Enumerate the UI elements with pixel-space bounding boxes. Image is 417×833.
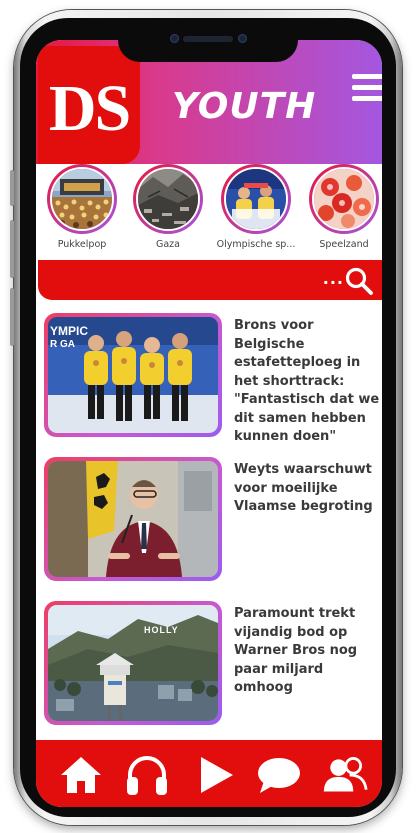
svg-text:YMPIC: YMPIC bbox=[50, 324, 88, 338]
red-sand-toys-photo bbox=[312, 167, 376, 231]
ds-logo[interactable]: DS bbox=[38, 46, 140, 164]
phone-notch bbox=[118, 22, 298, 62]
story-gaza[interactable]: Gaza bbox=[128, 164, 208, 250]
story-label: Pukkelpop bbox=[57, 239, 107, 250]
story-label: Olympische sp... bbox=[216, 239, 296, 250]
article-headline[interactable]: Paramount trekt vijandig bod op Warner B… bbox=[234, 605, 382, 698]
search-icon[interactable] bbox=[344, 266, 374, 300]
headphones-icon[interactable] bbox=[124, 752, 170, 798]
festival-crowd-photo bbox=[50, 167, 114, 231]
story-olympische-spelen[interactable]: Olympische sp... bbox=[216, 164, 296, 250]
play-icon[interactable] bbox=[192, 752, 238, 798]
story-speelzand[interactable]: Speelzand bbox=[304, 164, 382, 250]
app-title: YOUTH bbox=[172, 86, 317, 127]
olympic-athletes-photo bbox=[224, 167, 288, 231]
app-screen: DS YOUTH Pukkelpop Gaza Olympische sp...… bbox=[36, 40, 382, 807]
story-pukkelpop[interactable]: Pukkelpop bbox=[42, 164, 122, 250]
rubble-photo bbox=[136, 167, 200, 231]
svg-text:R GA: R GA bbox=[50, 339, 75, 350]
side-button bbox=[10, 220, 14, 278]
politician-speech-photo bbox=[48, 461, 218, 577]
story-label: Gaza bbox=[156, 239, 180, 250]
search-bar[interactable]: ... bbox=[38, 260, 382, 300]
story-label: Speelzand bbox=[319, 239, 369, 250]
hollywood-sign-photo: HOLLY bbox=[48, 605, 218, 721]
article-card[interactable]: Weyts waarschuwt voor moeilijke Vlaamse … bbox=[44, 457, 380, 581]
shorttrack-team-podium-photo: YMPIC R GA bbox=[48, 317, 218, 433]
article-headline[interactable]: Brons voor Belgische estafetteploeg in h… bbox=[234, 317, 382, 447]
sensor-icon bbox=[238, 34, 247, 43]
story-carousel: Pukkelpop Gaza Olympische sp... Speelzan… bbox=[36, 164, 382, 258]
home-icon[interactable] bbox=[58, 752, 104, 798]
svg-text:HOLLY: HOLLY bbox=[144, 625, 179, 635]
side-button bbox=[10, 288, 14, 346]
speaker-grille bbox=[183, 36, 233, 42]
more-dots[interactable]: ... bbox=[323, 269, 344, 288]
chat-bubble-icon[interactable] bbox=[256, 752, 302, 798]
side-button bbox=[10, 170, 14, 206]
users-icon[interactable] bbox=[322, 752, 368, 798]
article-headline[interactable]: Weyts waarschuwt voor moeilijke Vlaamse … bbox=[234, 461, 382, 517]
camera-icon bbox=[170, 34, 179, 43]
bottom-navigation bbox=[36, 740, 382, 807]
hamburger-menu-icon[interactable] bbox=[352, 74, 382, 104]
article-card[interactable]: YMPIC R GA Brons voor Belgische estafett… bbox=[44, 313, 380, 444]
logo-text: DS bbox=[48, 72, 131, 145]
article-card[interactable]: HOLLY Paramount trekt vijandig bod op Wa… bbox=[44, 601, 380, 725]
